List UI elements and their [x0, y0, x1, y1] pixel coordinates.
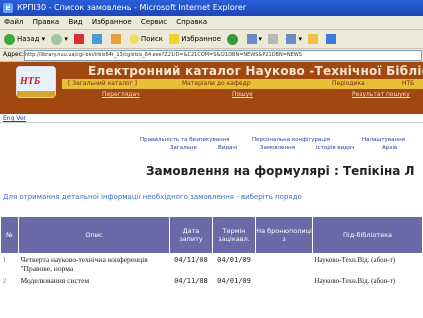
- browser-toolbar: Назад ▾ ▾ Поиск Избранное ▾ ▾: [0, 30, 423, 49]
- home-icon: [110, 34, 121, 44]
- messenger-button[interactable]: [326, 30, 338, 48]
- col-reserved-since: На бронюполиці з: [255, 216, 313, 254]
- link-search[interactable]: Пошук: [232, 90, 253, 100]
- account-nav: Правильність та безпекування Персональна…: [140, 136, 423, 152]
- col-interest-term: Термін зацікавл.: [212, 216, 256, 254]
- print-icon: [268, 34, 279, 44]
- row-reserved-since: [256, 275, 313, 288]
- messenger-icon: [326, 34, 337, 44]
- row-request-date: 04/11/08: [174, 277, 208, 285]
- print-button[interactable]: [268, 30, 280, 48]
- row-interest-term: 04/01/09: [217, 277, 251, 285]
- nav-link-personal-config[interactable]: Персональна конфігурація: [252, 136, 330, 144]
- favorites-button[interactable]: Избранное: [169, 30, 221, 48]
- folder-icon: [308, 34, 319, 44]
- orders-table: № Опис Дата запиту Термін зацікавл. На б…: [0, 216, 423, 288]
- info-text: Для отримання детальної інформації необх…: [3, 193, 302, 201]
- menu-edit[interactable]: Правка: [33, 18, 60, 26]
- table-header-row: № Опис Дата запиту Термін зацікавл. На б…: [0, 216, 423, 254]
- english-version-link[interactable]: Eng Ver: [3, 115, 26, 122]
- row-sub-library: Науково-Техн.Від. (абон-т): [314, 277, 396, 285]
- menu-file[interactable]: Файл: [4, 18, 23, 26]
- menu-bar: Файл Правка Вид Избранное Сервис Справка: [0, 16, 423, 30]
- window-title: КРПІ30 - Список замовлень - Microsoft In…: [17, 3, 247, 12]
- row-request-date: 04/11/08: [174, 256, 208, 264]
- col-number: №: [0, 216, 19, 254]
- address-label: Адрес:: [3, 51, 25, 58]
- table-row[interactable]: 2 Моделювання систем 04/11/08 04/01/09 Н…: [1, 275, 423, 288]
- back-arrow-icon: [4, 33, 15, 45]
- folder-button[interactable]: [308, 30, 320, 48]
- row-description[interactable]: Моделювання систем: [19, 275, 170, 288]
- history-button[interactable]: [227, 30, 240, 48]
- nav-link-rules[interactable]: Правильність та безпекування: [140, 136, 230, 144]
- stop-button[interactable]: [74, 30, 86, 48]
- history-icon: [227, 33, 239, 45]
- table-row[interactable]: 1 Четверта науково-технічна конференція …: [1, 254, 423, 276]
- nav-link-settings[interactable]: Налаштування: [362, 136, 405, 144]
- catalog-nav-bar: [ Загальний каталог ] Матеріали до кафед…: [62, 79, 423, 89]
- nav-link-general[interactable]: Загальне: [170, 144, 197, 152]
- col-request-date: Дата запиту: [169, 216, 213, 254]
- row-interest-term: 04/01/09: [217, 256, 251, 264]
- row-sub-library: Науково-Техн.Від. (абон-т): [314, 256, 396, 264]
- search-icon: [128, 34, 139, 44]
- link-general-catalog[interactable]: [ Загальний каталог ]: [68, 79, 137, 89]
- library-logo: НТБ: [16, 66, 56, 98]
- menu-favorites[interactable]: Избранное: [92, 18, 132, 26]
- logo-text: НТБ: [20, 76, 41, 87]
- row-number: 1: [2, 255, 7, 264]
- address-input[interactable]: http://library.nuu.ua/cgi-bin/irbis64r_1…: [24, 50, 422, 61]
- page-title: Замовлення на формулярі : Тепікіна Л: [146, 164, 415, 178]
- nav-link-loans[interactable]: Видачі: [218, 144, 237, 152]
- link-periodicals[interactable]: Періодика: [332, 79, 365, 89]
- star-icon: [169, 34, 180, 44]
- stop-icon: [74, 34, 85, 44]
- col-sub-library: Під-бібліотека: [312, 216, 423, 254]
- menu-tools[interactable]: Сервис: [141, 18, 167, 26]
- forward-button[interactable]: ▾: [51, 30, 68, 48]
- row-description[interactable]: Четверта науково-технічна конференція "П…: [19, 254, 170, 276]
- banner-sub-links: Переглядач Пошук Результат пошуку: [62, 90, 423, 100]
- link-ntb[interactable]: НТБ: [402, 79, 414, 89]
- link-department-materials[interactable]: Матеріали до кафедр: [182, 79, 251, 89]
- col-description: Опис: [18, 216, 170, 254]
- nav-link-archive[interactable]: Архів: [382, 144, 397, 152]
- window-titlebar: e КРПІ30 - Список замовлень - Microsoft I…: [0, 0, 423, 16]
- back-button[interactable]: Назад ▾: [4, 30, 45, 48]
- nav-link-loan-history[interactable]: Історія видач: [316, 144, 355, 152]
- banner-title: Електронний каталог Науково -Технічної Б…: [88, 64, 423, 78]
- row-reserved-since: [256, 254, 313, 276]
- forward-arrow-icon: [51, 33, 63, 45]
- refresh-icon: [92, 34, 103, 44]
- address-bar: Адрес: http://library.nuu.ua/cgi-bin/irb…: [0, 49, 423, 62]
- edit-button[interactable]: ▾: [286, 30, 302, 48]
- page-content: НТБ Електронний каталог Науково -Технічн…: [0, 62, 423, 318]
- menu-view[interactable]: Вид: [68, 18, 82, 26]
- divider: [0, 122, 423, 123]
- link-search-results[interactable]: Результат пошуку: [352, 90, 410, 100]
- mail-icon: [246, 34, 257, 44]
- link-viewer[interactable]: Переглядач: [102, 90, 140, 100]
- menu-help[interactable]: Справка: [176, 18, 207, 26]
- nav-link-orders[interactable]: Замовлення: [260, 144, 295, 152]
- search-button[interactable]: Поиск: [128, 30, 163, 48]
- ie-icon: e: [3, 3, 13, 13]
- site-banner: НТБ Електронний каталог Науково -Технічн…: [0, 62, 423, 114]
- home-button[interactable]: [110, 30, 123, 48]
- mail-button[interactable]: ▾: [246, 30, 262, 48]
- row-number: 2: [2, 276, 7, 285]
- refresh-button[interactable]: [92, 30, 104, 48]
- edit-icon: [286, 34, 297, 44]
